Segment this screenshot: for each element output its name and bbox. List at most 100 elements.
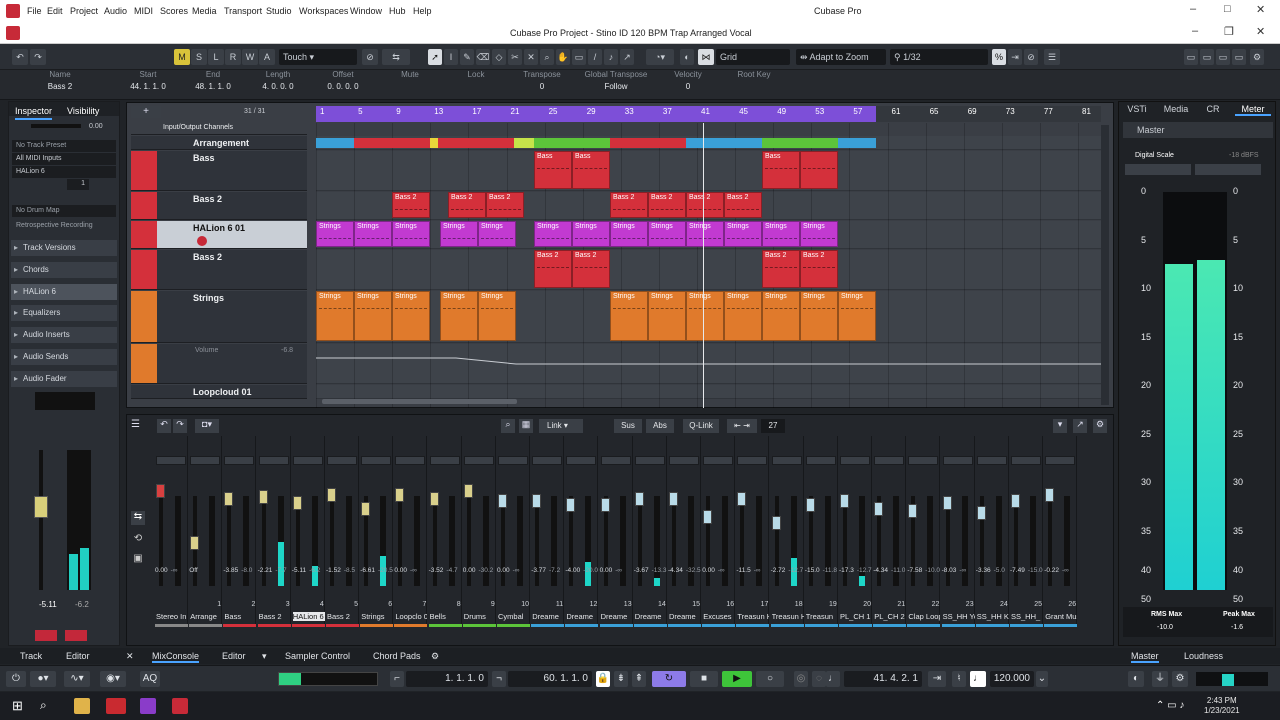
transport-tool-icon[interactable]: ⇆	[131, 511, 145, 525]
zoom-tool-icon[interactable]: ⌕	[540, 49, 554, 65]
minimize-icon[interactable]: –	[1192, 25, 1198, 37]
channel-name[interactable]: Excuses	[703, 612, 735, 621]
channel-name[interactable]: HALion 6 01	[292, 612, 325, 621]
channel-fader-cap[interactable]	[908, 504, 918, 518]
abs-button[interactable]: Abs	[646, 419, 674, 433]
cubase-taskbar-icon[interactable]	[172, 698, 188, 714]
tab-inspector[interactable]: Inspector	[15, 104, 53, 120]
channel-fader-cap[interactable]	[361, 502, 371, 516]
track-loopcloud[interactable]: Loopcloud 01	[131, 385, 307, 399]
channel-insert-slot[interactable]	[1011, 456, 1041, 465]
channel-fader-cap[interactable]	[1045, 488, 1055, 502]
eraser-icon[interactable]: ⌫	[476, 49, 490, 65]
setup-icon[interactable]: ⚙	[1250, 49, 1264, 65]
inspector-volume-slider[interactable]	[31, 124, 81, 128]
midi-part[interactable]: Bass	[762, 151, 800, 189]
channel-name[interactable]: Loopclo 01	[395, 612, 427, 621]
channel-fader-cap[interactable]	[429, 492, 439, 506]
channel-insert-slot[interactable]	[600, 456, 631, 465]
channel-name[interactable]: Cymbal	[498, 612, 530, 621]
menu-edit[interactable]: Edit	[47, 6, 63, 16]
gear-icon[interactable]: ⚙	[431, 651, 439, 662]
channel-fader-cap[interactable]	[190, 536, 200, 550]
redo-icon[interactable]: ↷	[30, 49, 46, 65]
tempo-track-icon[interactable]: ♩	[970, 671, 986, 687]
sus-button[interactable]: Sus	[614, 419, 642, 433]
tab-visibility[interactable]: Visibility	[67, 104, 99, 118]
channel-strip[interactable]: -3.67 -13.3 14 Dreame	[633, 436, 667, 627]
ruler-unused[interactable]	[876, 106, 1101, 122]
record-icon[interactable]: ○	[756, 671, 784, 687]
arrow-tool-icon[interactable]: ⇆	[382, 49, 410, 65]
menu-project[interactable]: Project	[70, 6, 98, 16]
midi-part[interactable]: Bass 2	[610, 192, 648, 218]
note-icon[interactable]: ♩	[826, 671, 840, 687]
grid-type-select[interactable]: ⇹ Adapt to Zoom	[796, 49, 886, 65]
channel-strip[interactable]: 0.00 -∞ Stereo In	[155, 436, 188, 627]
search-icon[interactable]: ⌕	[501, 419, 515, 433]
right-locator-display[interactable]: 60. 1. 1. 0	[508, 671, 592, 687]
link-icon[interactable]: ⊘	[362, 49, 378, 65]
channel-fader-cap[interactable]	[805, 498, 815, 512]
channel-insert-slot[interactable]	[771, 456, 802, 465]
channel-fader-cap[interactable]	[703, 510, 713, 524]
channel-insert-slot[interactable]	[566, 456, 597, 465]
record-mode-icon[interactable]: ●▾	[30, 671, 56, 687]
midi-part[interactable]: Bass 2	[486, 192, 524, 218]
menu-workspaces[interactable]: Workspaces	[299, 6, 348, 16]
channel-name[interactable]: Treasun	[806, 612, 838, 621]
info-transpose[interactable]: Transpose 0	[512, 70, 572, 91]
channel-insert-slot[interactable]	[976, 456, 1007, 465]
draw-tool-icon[interactable]: /	[588, 49, 602, 65]
meter-reset-button[interactable]	[1125, 164, 1191, 175]
track-bass-2[interactable]: Bass 2	[131, 192, 307, 220]
punch-out-icon[interactable]: ⇞	[632, 671, 646, 687]
close-icon[interactable]: ✕	[1256, 25, 1265, 38]
channel-name[interactable]: Strings	[361, 612, 393, 621]
quantize-panel-icon[interactable]: ⊘	[1024, 49, 1038, 65]
channel-insert-slot[interactable]	[703, 456, 734, 465]
channel-insert-slot[interactable]	[292, 456, 323, 465]
midi-part[interactable]: Strings	[534, 221, 572, 247]
primary-time-display[interactable]: 41. 4. 2. 1	[844, 671, 922, 687]
channel-insert-slot[interactable]	[634, 456, 665, 465]
settings-icon[interactable]: ⚙	[1093, 419, 1107, 433]
menu-window[interactable]: Window	[350, 6, 382, 16]
channel-strip[interactable]: -4.34-11.0 21 PL_CH 2 G 12	[873, 436, 907, 627]
arranger-section[interactable]	[686, 138, 762, 148]
midi-part[interactable]: Strings	[686, 291, 724, 341]
right-locator-icon[interactable]: ¬	[492, 671, 506, 687]
right-zone-icon[interactable]: ▭	[1216, 49, 1230, 65]
click-icon[interactable]: ♮	[952, 671, 966, 687]
write-mode-button[interactable]: W	[242, 49, 258, 65]
hand-icon[interactable]: ✋	[556, 49, 570, 65]
record-button[interactable]	[197, 236, 207, 246]
channel-name[interactable]: Treasun Hat	[772, 612, 804, 621]
pan-control[interactable]	[35, 392, 95, 410]
channel-insert-slot[interactable]	[840, 456, 870, 465]
info-length[interactable]: Length 4. 0. 0. 0	[248, 70, 308, 91]
windows-start-icon[interactable]: ⊞	[12, 698, 28, 714]
solo-mode-button[interactable]: S	[191, 49, 207, 65]
channel-strip[interactable]: -0.22-∞ 26 Grant Music	[1044, 436, 1078, 627]
iterative-quantize-icon[interactable]: ⇥	[1008, 49, 1022, 65]
channel-insert-slot[interactable]	[805, 456, 836, 465]
midi-part[interactable]: Strings	[648, 291, 686, 341]
file-explorer-icon[interactable]	[74, 698, 90, 714]
midi-part[interactable]: Strings	[762, 221, 800, 247]
cycle-icon[interactable]: ↻	[652, 671, 686, 687]
channel-insert-slot[interactable]	[874, 456, 905, 465]
channel-fader-cap[interactable]	[874, 502, 884, 516]
pencil-icon[interactable]: ✎	[460, 49, 474, 65]
editor-dropdown-icon[interactable]: ▾	[262, 651, 267, 662]
section-audio-sends[interactable]: Audio Sends	[11, 349, 117, 365]
app-icon[interactable]	[106, 698, 126, 714]
section-halion[interactable]: HALion 6	[11, 284, 117, 300]
monitor-icon[interactable]	[65, 630, 87, 641]
channel-name[interactable]: Bells	[430, 612, 462, 621]
track-lane[interactable]	[316, 151, 1106, 191]
object-selection-icon[interactable]: ➚	[428, 49, 442, 65]
listen-mode-button[interactable]: L	[208, 49, 224, 65]
channel-insert-slot[interactable]	[327, 456, 357, 465]
close-icon[interactable]: ✕	[1256, 3, 1265, 16]
